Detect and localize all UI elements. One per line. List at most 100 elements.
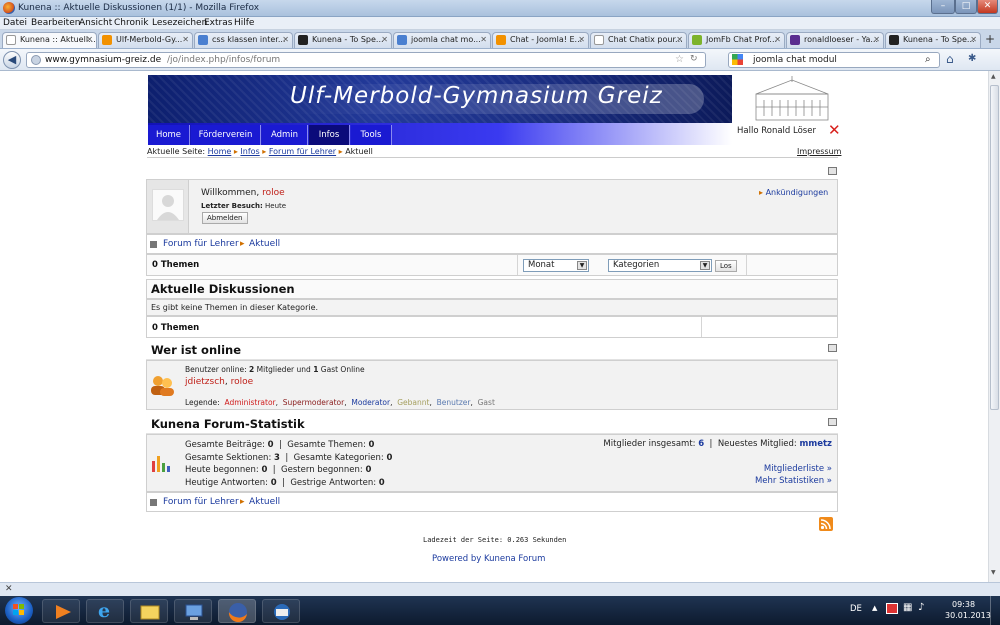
banner-title: Ulf-Merbold-Gymnasium Greiz	[290, 83, 663, 109]
memberlist-link[interactable]: Mitgliederliste »	[764, 464, 832, 474]
newest-member-link[interactable]: mmetz	[800, 439, 833, 449]
menu-ansicht[interactable]: Ansicht	[79, 18, 112, 28]
close-tab-icon[interactable]: ✕	[578, 33, 585, 47]
forum-path-forum[interactable]: Forum für Lehrer	[163, 497, 239, 507]
collapse-icon[interactable]	[828, 418, 837, 426]
forum-path-forum[interactable]: Forum für Lehrer	[163, 239, 239, 249]
powered-by-link[interactable]: Powered by Kunena Forum	[432, 554, 545, 564]
menu-bearbeiten[interactable]: Bearbeiten	[31, 18, 80, 28]
breadcrumb-forum-lehrer[interactable]: Forum für Lehrer	[269, 147, 336, 156]
site-icon	[397, 35, 407, 45]
menu-admin[interactable]: Admin	[262, 125, 308, 145]
search-icon[interactable]: ⌕	[925, 54, 931, 65]
close-tab-icon[interactable]: ✕	[182, 33, 189, 47]
collapse-icon[interactable]	[828, 344, 837, 352]
google-icon[interactable]	[732, 54, 743, 65]
close-tab-icon[interactable]: ✕	[873, 33, 880, 47]
taskbar-media-player[interactable]	[42, 599, 80, 623]
logout-x-icon[interactable]: ✕	[828, 121, 841, 139]
close-tab-icon[interactable]: ✕	[970, 33, 977, 47]
welcome-user[interactable]: roloe	[262, 188, 285, 198]
legend-gebannt: Gebannt	[397, 398, 430, 407]
close-tab-icon[interactable]: ✕	[774, 33, 781, 47]
language-indicator[interactable]: DE	[850, 604, 862, 614]
menu-tools[interactable]: Tools	[351, 125, 392, 145]
tray-expand-icon[interactable]: ▲	[872, 604, 877, 612]
go-button[interactable]: Los	[715, 260, 737, 272]
tab-ronaldloeser-yahoo[interactable]: ronaldloeser - Ya... ✕	[786, 32, 884, 48]
new-tab-button[interactable]: +	[985, 32, 995, 46]
clock-date[interactable]: 30.01.2013	[945, 611, 991, 620]
bookmark-star-icon[interactable]: ☆	[675, 54, 684, 65]
start-button[interactable]	[5, 597, 33, 624]
page-icon	[594, 35, 604, 45]
network-tray-icon[interactable]: ▦	[903, 602, 912, 613]
online-user-jdietzsch[interactable]: jdietzsch	[185, 377, 225, 387]
taskbar-firefox[interactable]	[218, 599, 256, 623]
menu-home[interactable]: Home	[148, 125, 190, 145]
url-bar[interactable]: www.gymnasium-greiz.de /jo/index.php/inf…	[26, 52, 706, 68]
close-window-button[interactable]: ✕	[977, 0, 998, 14]
forum-path-current[interactable]: Aktuell	[249, 497, 280, 507]
breadcrumb-home[interactable]: Home	[208, 147, 232, 156]
menu-lesezeichen[interactable]: Lesezeichen	[152, 18, 207, 28]
taskbar-explorer[interactable]	[130, 599, 168, 623]
logout-button[interactable]: Abmelden	[202, 212, 248, 224]
forum-path-current[interactable]: Aktuell	[249, 239, 280, 249]
taskbar-network[interactable]	[174, 599, 212, 623]
close-tab-icon[interactable]: ✕	[381, 33, 388, 47]
avatar[interactable]	[152, 189, 184, 221]
collapse-icon[interactable]	[828, 167, 837, 175]
impressum-link[interactable]: Impressum	[797, 147, 841, 156]
show-desktop-button[interactable]	[990, 596, 1000, 625]
menu-foerderverein[interactable]: Förderverein	[191, 125, 261, 145]
tab-joomla-chat[interactable]: joomla chat mo... ✕	[393, 32, 491, 48]
taskbar-internet-explorer[interactable]: e	[86, 599, 124, 623]
home-icon[interactable]: ⌂	[946, 52, 954, 66]
tab-kunena-to-spe-2[interactable]: Kunena - To Spe... ✕	[885, 32, 981, 48]
tab-chat-joomla[interactable]: Chat - Joomla! E... ✕	[492, 32, 589, 48]
window-titlebar: Kunena :: Aktuelle Diskussionen (1/1) - …	[0, 0, 1000, 17]
tab-kunena-to-spe[interactable]: Kunena - To Spe... ✕	[294, 32, 392, 48]
reload-icon[interactable]: ↻	[690, 54, 698, 64]
scroll-up-icon[interactable]: ▲	[991, 73, 996, 80]
clock-time[interactable]: 09:38	[952, 600, 975, 609]
close-tab-icon[interactable]: ✕	[282, 33, 289, 47]
announcements-link[interactable]: ▸ Ankündigungen	[759, 188, 828, 197]
action-center-icon[interactable]	[886, 603, 898, 614]
volume-icon[interactable]: ♪	[918, 602, 924, 613]
menu-chronik[interactable]: Chronik	[114, 18, 148, 28]
online-user-roloe[interactable]: roloe	[231, 377, 254, 387]
tab-ulf-merbold[interactable]: Ulf-Merbold-Gy... ✕	[98, 32, 193, 48]
close-tab-icon[interactable]: ✕	[86, 33, 93, 47]
vertical-scrollbar[interactable]: ▲ ▼	[988, 71, 1000, 582]
close-addon-bar-icon[interactable]: ✕	[5, 584, 13, 594]
tab-css-klassen[interactable]: css klassen inter... ✕	[194, 32, 293, 48]
addon-icon[interactable]: ✱	[968, 53, 976, 64]
rss-icon[interactable]	[819, 517, 833, 531]
breadcrumb-infos[interactable]: Infos	[240, 147, 259, 156]
menu-extras[interactable]: Extras	[204, 18, 232, 28]
menu-hilfe[interactable]: Hilfe	[234, 18, 254, 28]
back-button[interactable]: ◀	[3, 51, 21, 69]
taskbar-thunderbird[interactable]	[262, 599, 300, 623]
minimize-button[interactable]: –	[931, 0, 955, 14]
load-time: Ladezeit der Seite: 0.263 Sekunden	[423, 536, 567, 544]
more-stats-link[interactable]: Mehr Statistiken »	[755, 476, 832, 486]
menu-datei[interactable]: Datei	[3, 18, 27, 28]
scroll-down-icon[interactable]: ▼	[991, 569, 996, 576]
legend-moderator: Moderator	[351, 398, 391, 407]
tab-kunena-aktuell[interactable]: Kunena :: Aktuell... ✕	[2, 32, 97, 48]
category-select[interactable]: Kategorien ▼	[608, 259, 712, 272]
site-identity-icon[interactable]	[31, 55, 41, 65]
maximize-button[interactable]: □	[955, 0, 977, 14]
close-tab-icon[interactable]: ✕	[480, 33, 487, 47]
close-tab-icon[interactable]: ✕	[676, 33, 683, 47]
menu-infos[interactable]: Infos	[309, 125, 350, 145]
tab-jomfb-chat[interactable]: JomFb Chat Prof... ✕	[688, 32, 785, 48]
search-bar[interactable]: joomla chat modul ⌕	[728, 52, 940, 68]
scroll-thumb[interactable]	[990, 85, 999, 410]
last-visit: Letzter Besuch: Heute	[201, 202, 287, 210]
period-select[interactable]: Monat ▼	[523, 259, 589, 272]
tab-chat-chatix[interactable]: Chat Chatix pour... ✕	[590, 32, 687, 48]
